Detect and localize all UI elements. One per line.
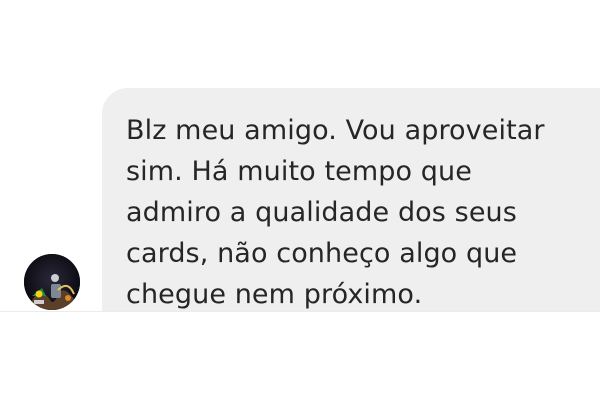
message-text: Blz meu amigo. Vou aproveitar sim. Há mu… bbox=[126, 115, 545, 310]
sender-avatar[interactable] bbox=[24, 254, 80, 310]
chat-screen: Blz meu amigo. Vou aproveitar sim. Há mu… bbox=[0, 0, 600, 400]
empty-area bbox=[0, 312, 600, 400]
message-bubble[interactable]: Blz meu amigo. Vou aproveitar sim. Há mu… bbox=[102, 88, 600, 311]
incoming-message-row: Blz meu amigo. Vou aproveitar sim. Há mu… bbox=[0, 0, 600, 311]
profile-photo-icon bbox=[24, 254, 80, 310]
